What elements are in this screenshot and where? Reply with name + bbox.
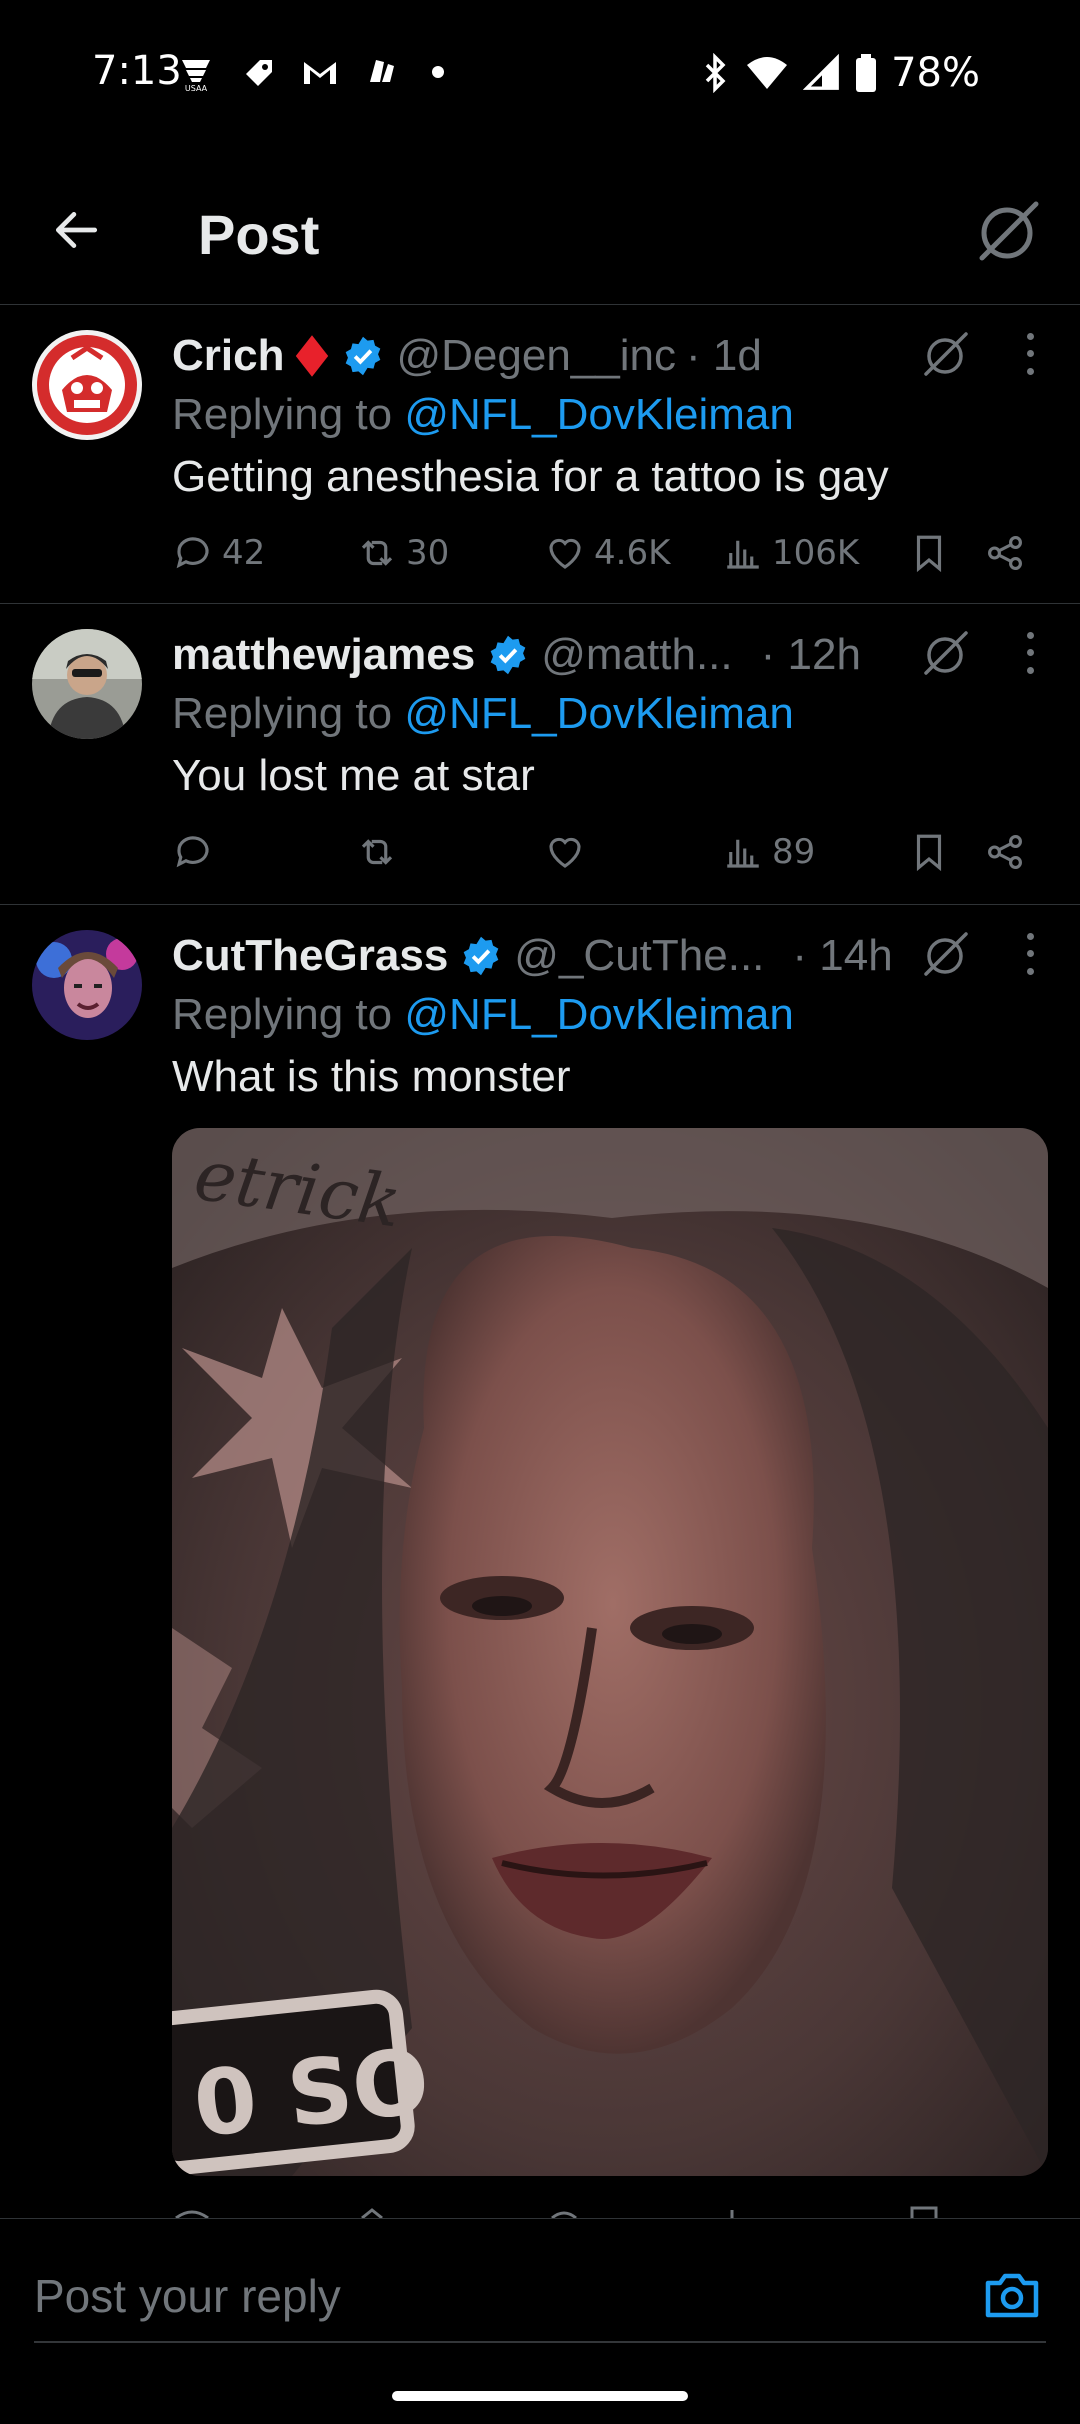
bookmark-button[interactable] — [908, 532, 950, 574]
replying-to: Replying to @NFL_DovKleiman — [172, 990, 1052, 1040]
tweet-text: What is this monster — [172, 1052, 571, 1101]
post-header: Post — [0, 150, 1080, 305]
user-handle[interactable]: @matth... — [541, 630, 732, 680]
reply-input[interactable]: Post your reply — [34, 2269, 341, 2323]
verified-badge-icon — [490, 635, 526, 675]
reply-icon — [176, 836, 209, 868]
composer-divider — [34, 2341, 1046, 2343]
status-bar: 7:13 USAA 78% — [0, 0, 1080, 150]
share-button[interactable] — [984, 532, 1026, 574]
replying-to: Replying to @NFL_DovKleiman — [172, 689, 1052, 739]
bookmark-icon — [916, 834, 942, 872]
heart-icon — [549, 538, 581, 569]
reply-button[interactable]: 42 — [172, 532, 265, 574]
views-chart-icon — [727, 540, 759, 569]
avatar[interactable] — [32, 930, 142, 1040]
grok-icon[interactable] — [920, 627, 972, 679]
bookmark-button[interactable] — [908, 831, 950, 873]
reply-tweet[interactable]: matthewjames @matth... · 12h Replying to… — [0, 605, 1080, 905]
svg-text:USAA: USAA — [185, 84, 208, 92]
tweet-text: You lost me at star — [172, 751, 535, 800]
views-button[interactable]: 89 — [722, 831, 815, 873]
share-button[interactable] — [984, 831, 1026, 873]
page-title: Post — [198, 203, 320, 266]
view-count: 106K — [772, 533, 860, 573]
grok-icon[interactable] — [974, 196, 1044, 266]
reply-icon — [176, 537, 209, 569]
battery-icon — [856, 54, 877, 92]
like-button[interactable] — [544, 831, 594, 873]
more-options-button[interactable] — [1020, 328, 1040, 380]
replying-to: Replying to @NFL_DovKleiman — [172, 390, 1052, 440]
camera-icon[interactable] — [982, 2265, 1042, 2325]
display-name[interactable]: Crich — [172, 331, 284, 381]
like-count: 4.6K — [594, 533, 671, 573]
signal-icon — [803, 53, 839, 90]
status-time: 7:13 — [92, 48, 182, 94]
tag-icon — [238, 52, 278, 92]
reply-tweet[interactable]: Crich @Degen__inc · 1d Replying to @NFL_… — [0, 306, 1080, 604]
avatar[interactable] — [32, 330, 142, 440]
grok-icon[interactable] — [920, 328, 972, 380]
display-name[interactable]: CutTheGrass — [172, 931, 448, 981]
reply-count: 42 — [222, 533, 266, 573]
mention-link[interactable]: @NFL_DovKleiman — [404, 990, 793, 1039]
views-chart-icon — [727, 839, 759, 868]
repost-button[interactable]: 30 — [356, 532, 449, 574]
tweet-actions: 42 30 4.6K 106K — [172, 532, 1052, 588]
mention-link[interactable]: @NFL_DovKleiman — [404, 689, 793, 738]
verified-badge-icon — [346, 336, 381, 376]
wifi-icon — [747, 57, 788, 89]
partial-actions-icon — [175, 2206, 938, 2218]
tweet-actions-partial — [172, 2200, 1048, 2218]
red-diamond-icon — [296, 335, 329, 377]
user-handle[interactable]: @_CutThe... — [514, 931, 764, 981]
gmail-icon — [300, 52, 340, 92]
back-button[interactable] — [44, 198, 108, 262]
home-indicator[interactable] — [392, 2391, 688, 2401]
reply-composer: Post your reply — [0, 2218, 1080, 2424]
share-icon — [988, 835, 1022, 869]
replying-to-label: Replying to — [172, 689, 393, 738]
app-notification-icon — [362, 52, 402, 92]
view-count: 89 — [772, 832, 816, 872]
battery-percent: 78% — [891, 50, 980, 96]
timestamp: · 12h — [760, 630, 861, 679]
mention-link[interactable]: @NFL_DovKleiman — [404, 390, 793, 439]
tweet-text: Getting anesthesia for a tattoo is gay — [172, 452, 889, 501]
more-options-button[interactable] — [1020, 928, 1040, 980]
tweet-actions: 89 — [172, 831, 1052, 887]
share-icon — [988, 536, 1022, 570]
repost-button[interactable] — [356, 831, 406, 873]
bookmark-icon — [916, 535, 942, 573]
back-arrow-icon — [55, 212, 98, 248]
more-options-button[interactable] — [1020, 627, 1040, 679]
avatar[interactable] — [32, 629, 142, 739]
more-notifications-dot — [432, 66, 444, 78]
heart-icon — [549, 837, 581, 868]
system-icons: 78% — [701, 50, 980, 96]
timestamp: · 14h — [792, 931, 893, 980]
repost-icon — [361, 839, 393, 865]
repost-icon — [361, 540, 393, 566]
replying-to-label: Replying to — [172, 390, 393, 439]
like-button[interactable]: 4.6K — [544, 532, 670, 574]
notification-icons: USAA — [176, 52, 444, 92]
tweet-image[interactable]: etrick 0 SO — [172, 1128, 1048, 2176]
verified-badge-icon — [463, 936, 499, 976]
reply-button[interactable] — [172, 831, 222, 873]
usaa-icon: USAA — [176, 52, 216, 92]
timestamp: · 1d — [686, 331, 762, 380]
views-button[interactable]: 106K — [722, 532, 859, 574]
replying-to-label: Replying to — [172, 990, 393, 1039]
user-handle[interactable]: @Degen__inc — [396, 331, 676, 381]
repost-count: 30 — [406, 533, 450, 573]
bluetooth-icon — [705, 53, 726, 93]
display-name[interactable]: matthewjames — [172, 630, 475, 680]
grok-icon[interactable] — [920, 928, 972, 980]
